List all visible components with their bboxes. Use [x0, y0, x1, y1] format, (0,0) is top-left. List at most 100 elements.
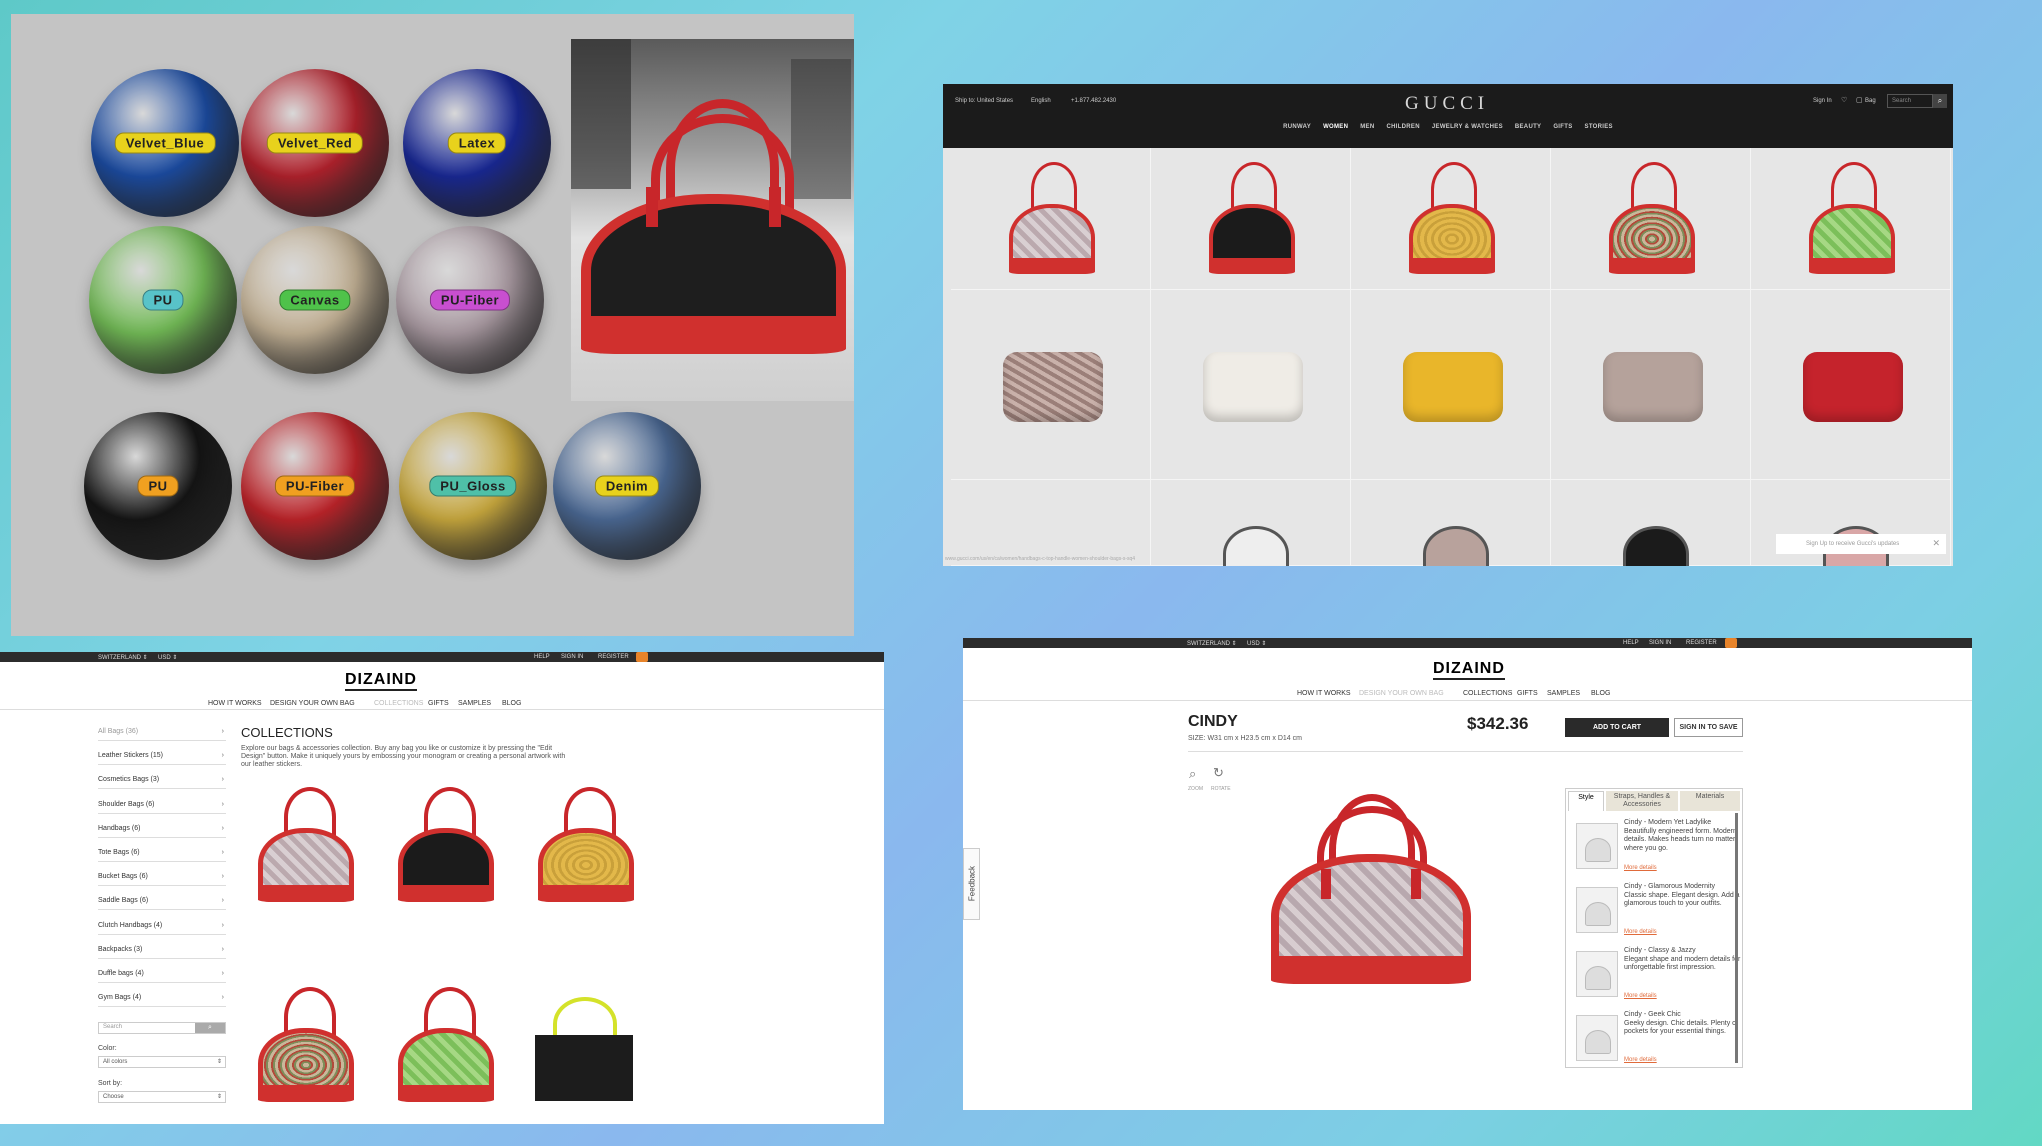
product-tile[interactable] — [951, 148, 1151, 290]
more-details-link[interactable]: More details — [1624, 929, 1657, 935]
material-sphere[interactable]: PU — [84, 412, 232, 560]
category-item[interactable]: Gym Bags (4) › — [98, 990, 226, 1008]
gucci-nav-item[interactable]: WOMEN — [1323, 124, 1348, 130]
signup-banner[interactable]: Sign Up to receive Gucci's updates ✕ — [1776, 534, 1946, 554]
language-link[interactable]: English — [1031, 98, 1051, 104]
style-option[interactable]: Cindy - Modern Yet Ladylike Beautifully e… — [1574, 819, 1744, 877]
nav-link[interactable]: DESIGN YOUR OWN BAG — [1359, 690, 1444, 697]
product-tile[interactable] — [1551, 290, 1751, 480]
collection-bag[interactable] — [258, 787, 354, 902]
nav-link[interactable]: COLLECTIONS — [374, 700, 423, 707]
currency-selector[interactable]: USD ⇕ — [158, 654, 177, 661]
search-icon[interactable]: ⌕ — [1933, 94, 1947, 108]
more-details-link[interactable]: More details — [1624, 865, 1657, 871]
product-tile[interactable] — [1151, 148, 1351, 290]
material-sphere[interactable]: PU — [89, 226, 237, 374]
zoom-icon[interactable]: ⌕ — [1189, 766, 1196, 782]
gucci-nav-item[interactable]: BEAUTY — [1515, 124, 1541, 130]
help-link[interactable]: HELP — [1623, 640, 1639, 646]
region-selector[interactable]: SWITZERLAND ⇕ — [98, 654, 148, 661]
product-tile[interactable] — [1751, 290, 1951, 480]
currency-selector[interactable]: USD ⇕ — [1247, 640, 1266, 647]
phone-number[interactable]: +1.877.482.2430 — [1071, 98, 1116, 104]
gucci-nav-item[interactable]: MEN — [1360, 124, 1374, 130]
collection-bag[interactable] — [398, 987, 494, 1102]
category-item[interactable]: Tote Bags (6) › — [98, 845, 226, 862]
material-sphere[interactable]: Latex — [403, 69, 551, 217]
bag-link[interactable]: Bag — [1865, 98, 1876, 104]
material-sphere[interactable]: PU_Gloss — [399, 412, 547, 560]
sign-in-to-save-button[interactable]: SIGN IN TO SAVE — [1674, 718, 1743, 737]
category-item[interactable]: All Bags (36) › — [98, 724, 226, 741]
material-sphere[interactable]: Velvet_Red — [241, 69, 389, 217]
product-tile[interactable] — [951, 480, 1151, 566]
nav-link[interactable]: SAMPLES — [1547, 690, 1580, 697]
category-item[interactable]: Shoulder Bags (6) › — [98, 797, 226, 814]
cart-icon[interactable] — [1725, 638, 1737, 648]
nav-link[interactable]: GIFTS — [1517, 690, 1538, 697]
collection-bag-tote[interactable] — [535, 997, 633, 1102]
product-tile[interactable] — [1551, 148, 1751, 290]
register-link[interactable]: REGISTER — [1686, 640, 1717, 646]
bag-icon[interactable]: ▢ — [1856, 96, 1863, 104]
nav-link[interactable]: SAMPLES — [458, 700, 491, 707]
gucci-nav-item[interactable]: RUNWAY — [1283, 124, 1311, 130]
style-option[interactable]: Cindy - Geek Chic Geeky design. Chic deta… — [1574, 1011, 1744, 1069]
product-tile[interactable] — [951, 290, 1151, 480]
product-tile[interactable] — [1551, 480, 1751, 566]
help-link[interactable]: HELP — [534, 654, 550, 660]
customize-tab[interactable]: Style — [1568, 791, 1604, 811]
search-input[interactable]: Search — [1887, 94, 1933, 108]
sign-in-link[interactable]: SIGN IN — [1649, 640, 1671, 646]
customize-tab[interactable]: Materials — [1680, 791, 1740, 811]
heart-icon[interactable]: ♡ — [1841, 96, 1847, 104]
category-item[interactable]: Handbags (6) › — [98, 821, 226, 838]
nav-link[interactable]: BLOG — [502, 700, 521, 707]
product-tile[interactable] — [1351, 480, 1551, 566]
category-item[interactable]: Duffle bags (4) › — [98, 966, 226, 983]
region-selector[interactable]: SWITZERLAND ⇕ — [1187, 640, 1237, 647]
collection-bag[interactable] — [258, 987, 354, 1102]
style-option[interactable]: Cindy - Classy & Jazzy Elegant shape and … — [1574, 947, 1744, 1005]
category-item[interactable]: Backpacks (3) › — [98, 942, 226, 959]
material-sphere[interactable]: PU-Fiber — [396, 226, 544, 374]
sign-in-link[interactable]: Sign In — [1813, 98, 1832, 104]
product-tile[interactable] — [1351, 148, 1551, 290]
dizaind-logo[interactable]: DIZAIND — [345, 671, 417, 691]
product-tile[interactable] — [1151, 480, 1351, 566]
more-details-link[interactable]: More details — [1624, 1057, 1657, 1063]
material-sphere[interactable]: Velvet_Blue — [91, 69, 239, 217]
sort-select[interactable]: Choose ⇕ — [98, 1091, 226, 1103]
collection-bag[interactable] — [398, 787, 494, 902]
material-sphere[interactable]: PU-Fiber — [241, 412, 389, 560]
gucci-nav-item[interactable]: GIFTS — [1553, 124, 1572, 130]
nav-link[interactable]: GIFTS — [428, 700, 449, 707]
nav-link[interactable]: COLLECTIONS — [1463, 690, 1512, 697]
ship-to-link[interactable]: Ship to: United States — [955, 98, 1013, 104]
scrollbar[interactable] — [1735, 813, 1738, 1063]
category-item[interactable]: Leather Stickers (15) › — [98, 748, 226, 766]
gucci-logo[interactable]: GUCCI — [1405, 93, 1489, 115]
dizaind-logo[interactable]: DIZAIND — [1433, 660, 1505, 680]
nav-link[interactable]: DESIGN YOUR OWN BAG — [270, 700, 355, 707]
gucci-nav-item[interactable]: CHILDREN — [1386, 124, 1419, 130]
category-item[interactable]: Clutch Handbags (4) › — [98, 918, 226, 935]
register-link[interactable]: REGISTER — [598, 654, 629, 660]
gucci-nav-item[interactable]: STORIES — [1585, 124, 1613, 130]
more-details-link[interactable]: More details — [1624, 993, 1657, 999]
nav-link[interactable]: BLOG — [1591, 690, 1610, 697]
add-to-cart-button[interactable]: ADD TO CART — [1565, 718, 1669, 737]
color-select[interactable]: All colors ⇕ — [98, 1056, 226, 1068]
category-item[interactable]: Cosmetics Bags (3) › — [98, 772, 226, 790]
category-item[interactable]: Saddle Bags (6) › — [98, 893, 226, 911]
nav-link[interactable]: HOW IT WORKS — [1297, 690, 1351, 697]
search-field[interactable]: Search ⌕ — [98, 1022, 226, 1034]
category-item[interactable]: Bucket Bags (6) › — [98, 869, 226, 887]
product-tile[interactable] — [1751, 148, 1951, 290]
rotate-icon[interactable]: ↻ — [1213, 765, 1224, 781]
nav-link[interactable]: HOW IT WORKS — [208, 700, 262, 707]
cart-icon[interactable] — [636, 652, 648, 662]
style-option[interactable]: Cindy - Glamorous Modernity Classic shape… — [1574, 883, 1744, 941]
product-tile[interactable] — [1351, 290, 1551, 480]
close-icon[interactable]: ✕ — [1932, 538, 1940, 549]
